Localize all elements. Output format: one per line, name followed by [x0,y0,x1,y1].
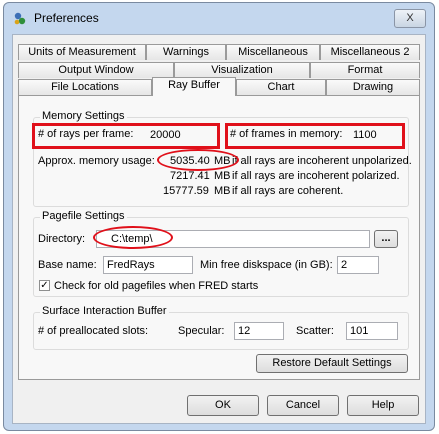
check-old-pagefiles-checkbox[interactable]: ✓ [39,280,50,291]
surface-interaction-title: Surface Interaction Buffer [40,305,169,317]
tab-miscellaneous[interactable]: Miscellaneous [226,44,320,60]
checkmark-icon: ✓ [40,280,49,291]
cancel-button[interactable]: Cancel [267,395,339,416]
tab-file-locations[interactable]: File Locations [18,79,152,95]
tab-chart[interactable]: Chart [236,79,326,95]
usage-polarized-unit: MB [214,170,231,182]
tab-warnings[interactable]: Warnings [146,44,226,60]
ok-button[interactable]: OK [187,395,259,416]
pagefile-settings-title: Pagefile Settings [40,210,127,222]
tab-units-of-measurement[interactable]: Units of Measurement [18,44,146,60]
annotation-box-frames-in-memory [225,123,405,149]
tab-ray-buffer[interactable]: Ray Buffer [152,77,236,96]
window-title: Preferences [34,11,99,25]
usage-coherent-unit: MB [214,185,231,197]
tab-drawing[interactable]: Drawing [326,79,420,95]
app-icon [14,12,26,25]
tab-miscellaneous-2[interactable]: Miscellaneous 2 [320,44,420,60]
preallocated-slots-label: # of preallocated slots: [38,325,149,337]
base-name-label: Base name: [38,259,97,271]
base-name-input[interactable]: FredRays [103,256,193,274]
annotation-oval-memory-usage [157,149,239,171]
browse-button[interactable]: ... [374,230,398,248]
tab-format[interactable]: Format [310,62,420,78]
usage-polarized-desc: if all rays are incoherent polarized. [232,170,400,182]
usage-coherent-desc: if all rays are coherent. [232,185,344,197]
usage-polarized-value: 7217.41 [170,170,210,182]
annotation-box-rays-per-frame [32,123,220,149]
scatter-label: Scatter: [296,325,334,337]
specular-label: Specular: [178,325,225,337]
usage-coherent-value: 15777.59 [163,185,209,197]
tab-visualization[interactable]: Visualization [174,62,310,78]
memory-settings-title: Memory Settings [40,110,127,122]
directory-label: Directory: [38,233,86,245]
title-bar: Preferences X [4,3,434,33]
specular-input[interactable]: 12 [234,322,284,340]
usage-unpolarized-desc: if all rays are incoherent unpolarized. [232,155,412,167]
min-free-diskspace-input[interactable]: 2 [337,256,379,274]
help-button[interactable]: Help [347,395,419,416]
annotation-oval-directory [93,226,173,249]
tab-output-window[interactable]: Output Window [18,62,174,78]
close-button[interactable]: X [394,9,426,28]
scatter-input[interactable]: 101 [346,322,398,340]
approx-memory-usage-label: Approx. memory usage: [38,155,155,167]
check-old-pagefiles-label: Check for old pagefiles when FRED starts [54,280,259,292]
restore-default-settings-button[interactable]: Restore Default Settings [256,354,408,373]
min-free-diskspace-label: Min free diskspace (in GB): [200,259,333,271]
close-icon: X [406,12,414,24]
